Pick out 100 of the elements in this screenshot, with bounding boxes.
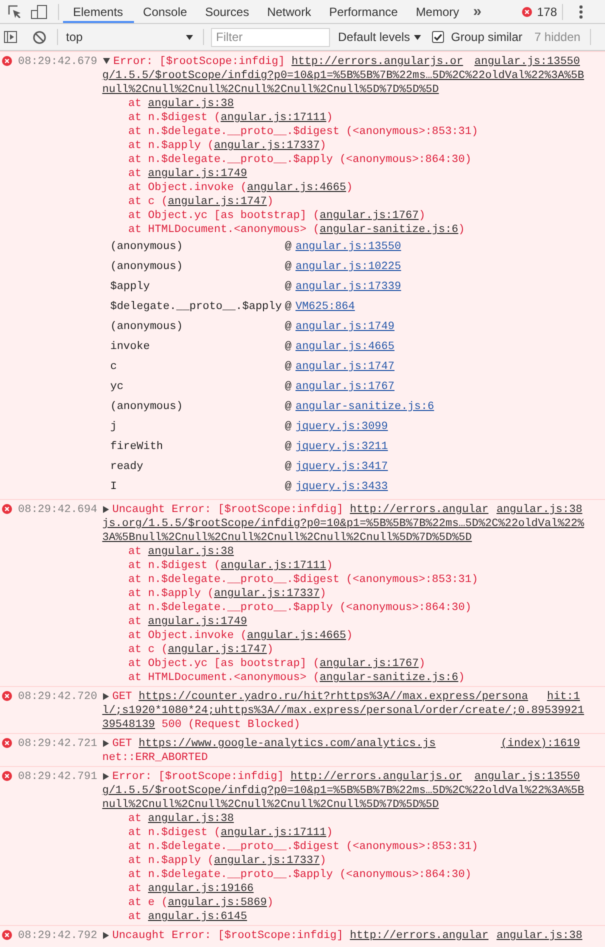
hidden-count: 7 hidden: [534, 30, 580, 44]
source-link[interactable]: angular.js:38: [488, 503, 582, 517]
timestamp: 08:29:42.694: [18, 503, 98, 517]
stack-frame-link[interactable]: angular.js:38: [148, 812, 234, 826]
stack-frame-text: ): [320, 139, 326, 153]
stack-frame-link[interactable]: angular.js:17337: [214, 854, 320, 868]
stack-frame-link[interactable]: angular.js:1767: [320, 657, 419, 671]
stack-frame-link[interactable]: angular-sanitize.js:6: [320, 223, 458, 237]
error-icon: [2, 56, 12, 66]
message-text: net::ERR_ABORTED: [102, 751, 208, 765]
more-tabs-button[interactable]: »: [470, 2, 484, 20]
url-link[interactable]: http://errors.angularjs.or: [291, 55, 464, 69]
call-stack-link[interactable]: angular.js:4665: [295, 340, 434, 354]
stack-frame-link[interactable]: angular.js:17337: [214, 139, 320, 153]
circle-slash-icon[interactable]: [33, 30, 46, 44]
at-sign: @: [284, 400, 292, 414]
tab[interactable]: Sources: [196, 0, 258, 23]
url-link[interactable]: http://errors.angular: [350, 929, 488, 943]
stack-frame-text: at n.$delegate.__proto__.$digest (<anonymous>:853:31): [128, 573, 478, 587]
timestamp: 08:29:42.792: [18, 929, 98, 943]
cursor-select-icon[interactable]: [8, 5, 21, 18]
stack-frame-text: ): [458, 223, 465, 237]
levels-dropdown[interactable]: Default levels: [338, 27, 422, 47]
url-link[interactable]: https://www.google-analytics.com/analytics.js: [138, 737, 436, 751]
stack-frame-text: at Object.invoke (: [128, 181, 248, 195]
stack-frame-text: at: [128, 812, 142, 826]
stack-frame-link[interactable]: angular.js:5869: [168, 896, 267, 910]
stack-frame-link[interactable]: angular.js:17111: [220, 559, 326, 573]
context-select[interactable]: top: [60, 27, 200, 47]
call-stack-link[interactable]: angular.js:1767: [295, 380, 434, 394]
call-stack-link[interactable]: angular-sanitize.js:6: [295, 400, 434, 414]
caret-icon: [414, 34, 422, 40]
stack-frame-link[interactable]: angular.js:6145: [148, 910, 248, 924]
call-stack-link[interactable]: jquery.js:3417: [295, 460, 434, 474]
tab[interactable]: Memory: [406, 0, 468, 23]
call-stack-link[interactable]: VM625:864: [295, 300, 434, 314]
stack-frame-link[interactable]: angular-sanitize.js:6: [320, 671, 458, 685]
stack-frame-text: at n.$delegate.__proto__.$apply (<anonymous>:864:30): [128, 601, 472, 615]
source-link[interactable]: angular.js:13550: [466, 770, 580, 784]
call-stack-link[interactable]: jquery.js:3211: [295, 440, 434, 454]
disclosure-triangle-icon[interactable]: [103, 506, 110, 513]
stack-frame-text: at n.$digest (: [128, 559, 221, 573]
disclosure-triangle-icon[interactable]: [103, 932, 110, 939]
url-link[interactable]: js.org/1.5.5/$rootScope/infdig?p0=10&p1=%5B%5B%7B%22ms…5D%2C%22oldVal%22%: [102, 517, 584, 531]
tab[interactable]: Performance: [320, 0, 407, 23]
stack-frame-link[interactable]: angular.js:1749: [148, 167, 248, 181]
stack-frame-link[interactable]: angular.js:17111: [220, 826, 326, 840]
disclosure-triangle-icon[interactable]: [103, 58, 110, 64]
stack-frame-link[interactable]: angular.js:1749: [148, 615, 248, 629]
stack-frame-text: at n.$apply (: [128, 139, 214, 153]
more-menu-icon[interactable]: [579, 4, 583, 18]
call-stack-link[interactable]: angular.js:1749: [295, 320, 434, 334]
url-link[interactable]: null%2Cnull%2Cnull%2Cnull%2Cnull%2Cnull%5D%7D%5D%5D: [102, 798, 439, 812]
filter-field[interactable]: Filter: [211, 28, 330, 46]
call-stack-link[interactable]: angular.js:13550: [295, 240, 434, 254]
stack-frame-link[interactable]: angular.js:1767: [320, 209, 419, 223]
stack-frame-text: at: [128, 882, 142, 896]
stack-frame-text: ): [266, 643, 274, 657]
stack-frame-link[interactable]: angular.js:1747: [168, 195, 267, 209]
call-stack-link[interactable]: jquery.js:3099: [295, 420, 434, 434]
url-link[interactable]: http://errors.angularjs.or: [290, 770, 462, 784]
at-sign: @: [284, 240, 292, 254]
url-link[interactable]: null%2Cnull%2Cnull%2Cnull%2Cnull%2Cnull%5D%7D%5D%5D: [102, 83, 439, 97]
call-stack-link[interactable]: angular.js:10225: [295, 260, 434, 274]
call-stack-link[interactable]: angular.js:1747: [295, 360, 434, 374]
call-stack-link[interactable]: angular.js:17339: [295, 280, 434, 294]
function-name: (anonymous): [110, 260, 184, 274]
call-stack-link[interactable]: jquery.js:3433: [295, 480, 434, 494]
message-text: Error: [$rootScope:infdig]: [113, 55, 286, 69]
url-link[interactable]: https://counter.yadro.ru/hit?rhttps%3A//max.express/persona: [138, 690, 528, 704]
error-count-button[interactable]: 178: [516, 2, 562, 20]
disclosure-triangle-icon[interactable]: [103, 773, 110, 780]
stack-frame-text: ): [418, 657, 426, 671]
url-link[interactable]: l/;s1920*1080*24;uhttps%3A//max.express/personal/order/create/;0.89539921: [102, 704, 584, 718]
devices-icon[interactable]: [31, 4, 47, 18]
stack-frame-link[interactable]: angular.js:1747: [168, 643, 267, 657]
source-link[interactable]: (index):1619: [492, 737, 580, 751]
source-link[interactable]: angular.js:13550: [466, 55, 580, 69]
at-sign: @: [284, 360, 292, 374]
checkbox[interactable]: [432, 31, 444, 43]
stack-frame-link[interactable]: angular.js:17337: [214, 587, 320, 601]
stack-frame-link[interactable]: angular.js:38: [148, 97, 234, 111]
stack-frame-link[interactable]: angular.js:4665: [247, 181, 346, 195]
stack-frame-link[interactable]: angular.js:17111: [220, 111, 326, 125]
url-link[interactable]: http://errors.angular: [350, 503, 488, 517]
stack-frame-text: ): [266, 896, 274, 910]
stack-frame-link[interactable]: angular.js:38: [148, 545, 234, 559]
url-link[interactable]: g/1.5.5/$rootScope/infdig?p0=10&p1=%5B%5B%7B%22ms…5D%2C%22oldVal%22%3A%5B: [102, 69, 584, 83]
tab[interactable]: Console: [134, 0, 196, 23]
disclosure-triangle-icon[interactable]: [103, 740, 110, 747]
tab[interactable]: Network: [258, 0, 320, 23]
stack-frame-link[interactable]: angular.js:19166: [148, 882, 254, 896]
source-link[interactable]: angular.js:38: [488, 929, 582, 943]
url-link[interactable]: g/1.5.5/$rootScope/infdig?p0=10&p1=%5B%5B%7B%22ms…5D%2C%22oldVal%22%3A%5B: [102, 784, 584, 798]
disclosure-triangle-icon[interactable]: [103, 693, 110, 700]
stack-frame-text: ): [266, 195, 274, 209]
url-link[interactable]: 39548139: [102, 718, 156, 732]
stack-frame-link[interactable]: angular.js:4665: [247, 629, 346, 643]
url-link[interactable]: 3A%5Bnull%2Cnull%2Cnull%2Cnull%2Cnull%2Cnull%5D%7D%5D%5D: [102, 531, 472, 545]
source-link[interactable]: hit:1: [538, 690, 580, 704]
